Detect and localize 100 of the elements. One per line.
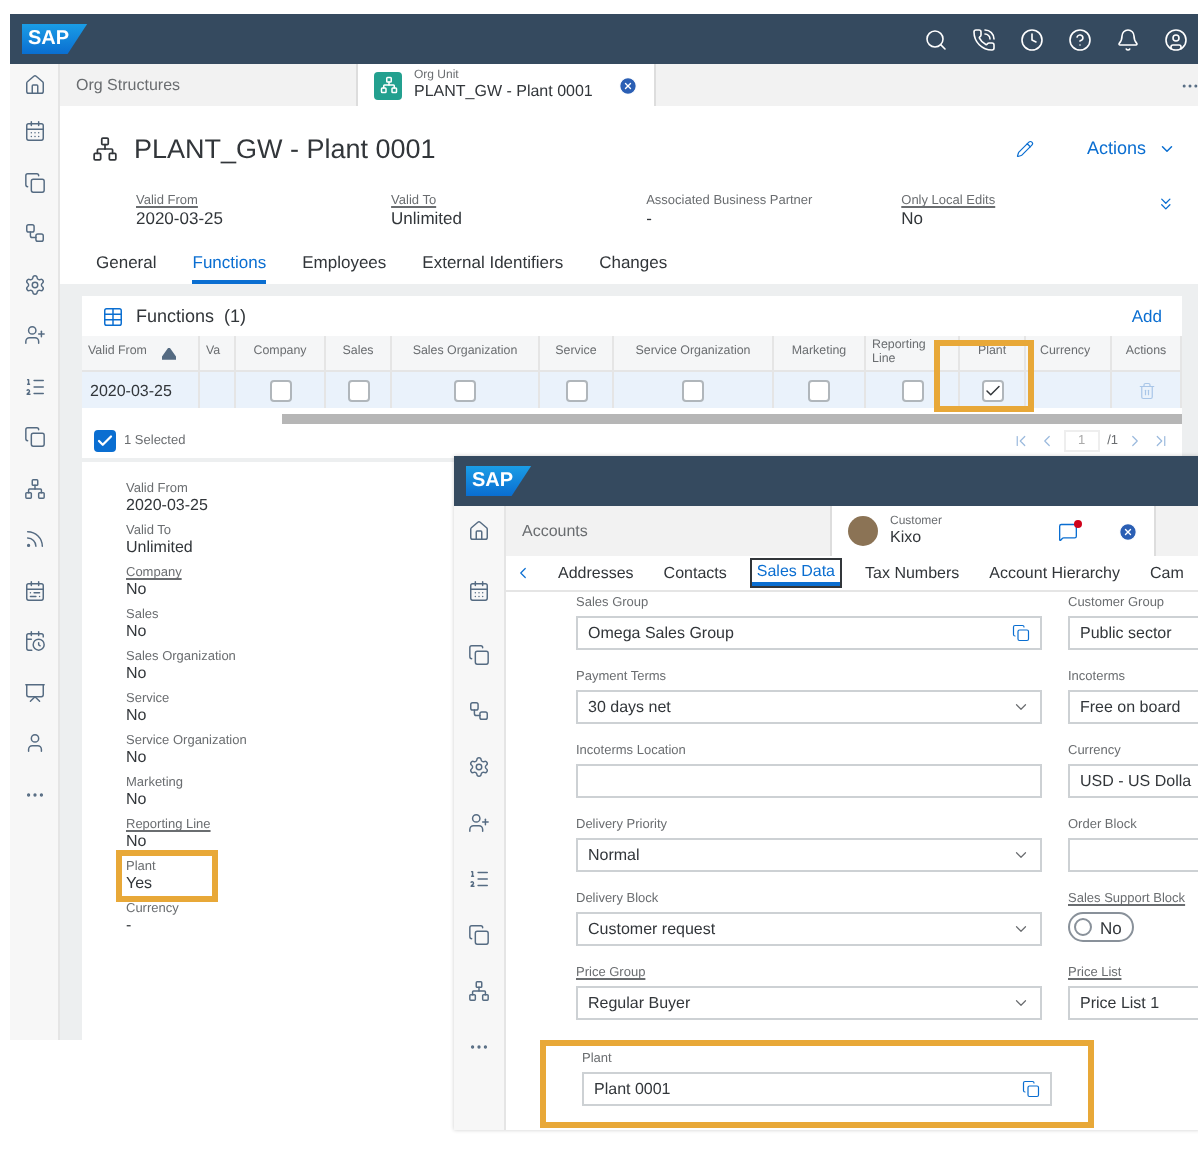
copy-icon[interactable]: [468, 923, 490, 945]
select-field[interactable]: Regular Buyer: [576, 986, 1042, 1020]
tab-label: Accounts: [522, 522, 590, 540]
section-tab[interactable]: Contacts: [659, 562, 731, 584]
org-chart-icon: [374, 71, 402, 99]
field-value: Unlimited: [126, 538, 193, 556]
avatar: [848, 516, 878, 546]
section-tab[interactable]: Changes: [599, 252, 668, 284]
app-tab[interactable]: Accounts: [506, 506, 830, 556]
home-icon[interactable]: [23, 74, 45, 96]
input-field[interactable]: Public sector: [1068, 616, 1198, 650]
chevron-down-icon: [1012, 698, 1030, 716]
field-value: No: [126, 580, 149, 598]
clock-icon[interactable]: [1020, 27, 1044, 51]
field-value: No: [126, 748, 149, 766]
checkbox[interactable]: [901, 379, 923, 401]
settings-icon[interactable]: [468, 755, 490, 777]
bell-icon[interactable]: [1116, 27, 1140, 51]
table-cell-text: 2020-03-25: [88, 381, 172, 399]
user-icon[interactable]: [1164, 27, 1188, 51]
section-tab[interactable]: Tax Numbers: [861, 562, 964, 584]
search-icon[interactable]: [924, 27, 948, 51]
settings-icon[interactable]: [23, 273, 45, 296]
hierarchy-icon[interactable]: [468, 979, 490, 1001]
checkbox[interactable]: [981, 379, 1003, 401]
rss-icon[interactable]: [23, 528, 45, 551]
section-tab[interactable]: Cam: [1146, 562, 1188, 584]
phone-icon[interactable]: [972, 27, 996, 51]
field-value: No: [901, 208, 926, 228]
value-help-icon: [1022, 1080, 1040, 1098]
input-field[interactable]: Price List 1: [1068, 986, 1198, 1020]
field-value: No: [126, 664, 149, 682]
calendar-icon[interactable]: [23, 120, 45, 143]
delete-icon: [1137, 381, 1155, 399]
user-plus-icon[interactable]: [468, 811, 490, 833]
field-value: No: [126, 622, 149, 640]
section-tab[interactable]: External Identifiers: [422, 252, 564, 284]
actions-button[interactable]: Actions: [1086, 138, 1176, 158]
select-field[interactable]: 30 days net: [576, 690, 1042, 724]
lookup-field[interactable]: Omega Sales Group: [576, 616, 1042, 650]
logo: SAP: [22, 24, 88, 54]
next-page-icon: [1126, 432, 1144, 450]
lookup-field[interactable]: Plant 0001: [582, 1072, 1052, 1106]
checkbox[interactable]: [269, 379, 291, 401]
tab-label: Org Structures: [76, 76, 183, 94]
logo: SAP: [466, 466, 532, 496]
copy-icon[interactable]: [468, 643, 490, 665]
list-icon[interactable]: [468, 867, 490, 889]
card-title: Functions (1): [136, 306, 247, 326]
app-tab[interactable]: Org Structures: [60, 64, 356, 106]
select-field[interactable]: Customer request: [576, 912, 1042, 946]
section-tab[interactable]: Account Hierarchy: [985, 562, 1124, 584]
field-value: -: [126, 916, 134, 934]
copy-icon[interactable]: [23, 426, 45, 449]
close-icon: [1118, 521, 1138, 541]
close-icon: [618, 75, 638, 95]
calendar-icon[interactable]: [23, 579, 45, 602]
user-plus-icon[interactable]: [23, 324, 45, 347]
toggle-switch[interactable]: No: [1068, 912, 1134, 942]
tab-label: PLANT_GW - Plant 0001: [414, 82, 595, 100]
checkbox[interactable]: [347, 379, 369, 401]
add-link[interactable]: Add: [1131, 306, 1162, 326]
checkbox[interactable]: [454, 379, 476, 401]
user-icon[interactable]: [23, 732, 45, 755]
field-value: No: [126, 832, 149, 850]
field-value: No: [126, 706, 149, 724]
section-tab[interactable]: Sales Data: [752, 560, 840, 586]
field-value: 2020-03-25: [126, 496, 208, 514]
notification-icon[interactable]: [1058, 521, 1078, 541]
field-value: Yes: [126, 874, 155, 892]
input-field[interactable]: Free on board: [1068, 690, 1198, 724]
input-field[interactable]: [1068, 838, 1198, 872]
calendar-icon[interactable]: [468, 580, 490, 602]
first-page-icon: [1011, 432, 1030, 450]
page-title: PLANT_GW - Plant 0001: [134, 133, 436, 163]
checkbox[interactable]: [565, 379, 587, 401]
input-field[interactable]: [576, 764, 1042, 798]
copy-icon[interactable]: [23, 171, 45, 194]
list-icon[interactable]: [23, 375, 45, 398]
expand-icon: [1156, 194, 1176, 214]
field-value: No: [126, 790, 149, 808]
chevron-down-icon: [1012, 920, 1030, 938]
presentation-icon[interactable]: [23, 681, 45, 704]
checkbox[interactable]: [808, 379, 830, 401]
section-tab[interactable]: General: [96, 252, 157, 284]
help-icon[interactable]: [1068, 27, 1092, 51]
home-icon[interactable]: [468, 520, 490, 542]
calendar-clock-icon[interactable]: [23, 630, 45, 653]
section-tab[interactable]: Addresses: [554, 562, 638, 584]
checkbox[interactable]: [94, 430, 116, 452]
edit-icon: [1016, 139, 1035, 157]
workflow-icon[interactable]: [23, 222, 45, 245]
select-field[interactable]: Normal: [576, 838, 1042, 872]
hierarchy-icon[interactable]: [23, 477, 45, 500]
workflow-icon[interactable]: [468, 699, 490, 721]
section-tab[interactable]: Employees: [302, 252, 387, 284]
chevron-down-icon: [1012, 846, 1030, 864]
checkbox[interactable]: [682, 379, 704, 401]
value-help-icon: [1012, 624, 1030, 642]
input-field[interactable]: USD - US Dolla: [1068, 764, 1198, 798]
